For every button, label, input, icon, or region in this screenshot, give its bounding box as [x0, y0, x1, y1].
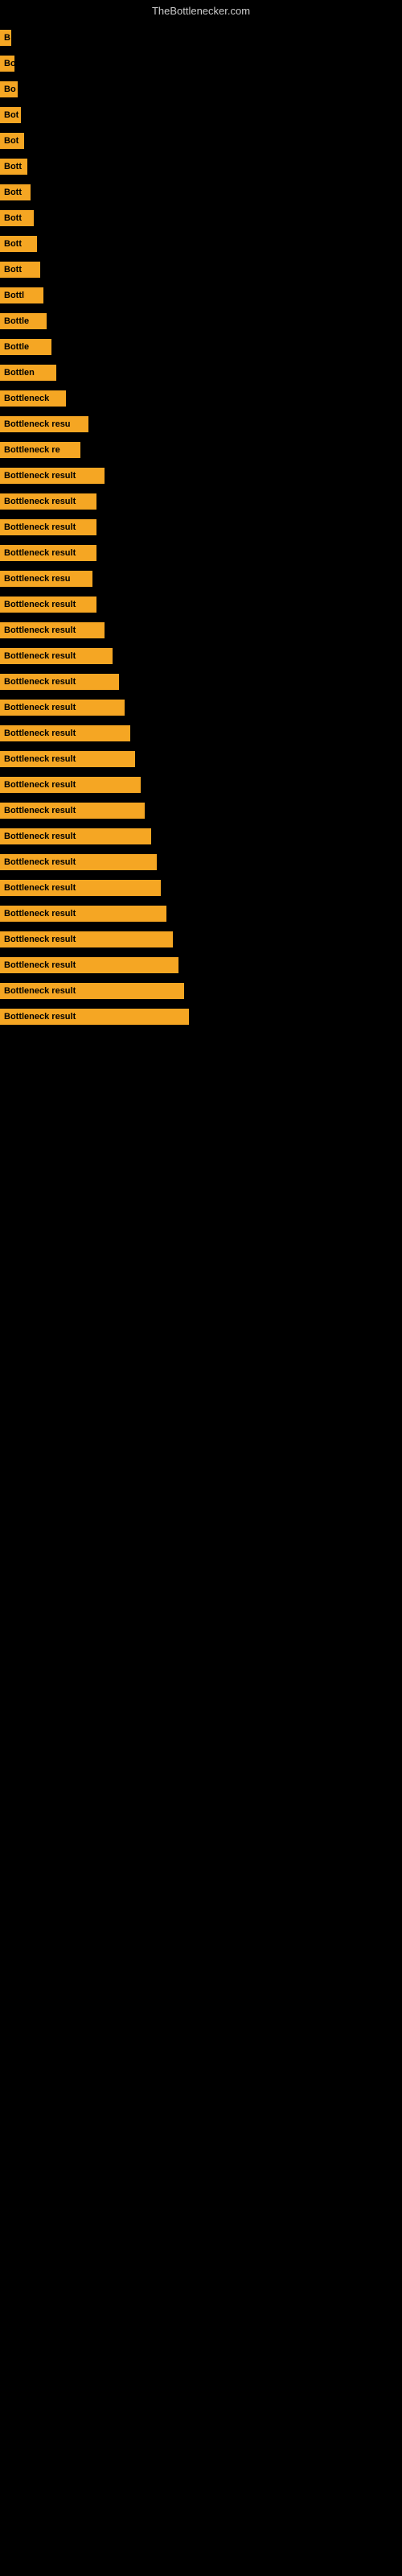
bottleneck-label: Bottleneck result — [0, 622, 105, 638]
bottleneck-label: Bottleneck result — [0, 725, 130, 741]
list-item: Bott — [0, 257, 402, 283]
list-item: Bottleneck result — [0, 695, 402, 720]
bottleneck-label: Bottleneck result — [0, 700, 125, 716]
list-item: Bottleneck result — [0, 849, 402, 875]
list-item: Bott — [0, 231, 402, 257]
bottleneck-label: Bottleneck result — [0, 648, 113, 664]
bottleneck-label: Bottleneck result — [0, 1009, 189, 1025]
list-item: Bottleneck result — [0, 798, 402, 824]
bottleneck-label: Bottleneck resu — [0, 571, 92, 587]
bottleneck-label: Bottleneck result — [0, 674, 119, 690]
bottleneck-label: Bottleneck result — [0, 931, 173, 947]
site-title: TheBottlenecker.com — [0, 0, 402, 25]
list-item: Bottleneck result — [0, 489, 402, 514]
list-item: Bottleneck re — [0, 437, 402, 463]
list-item: Bottleneck result — [0, 463, 402, 489]
bottleneck-label: Bottleneck result — [0, 777, 141, 793]
bottleneck-label: Bott — [0, 210, 34, 226]
list-item: Bottleneck resu — [0, 411, 402, 437]
list-item: Bott — [0, 154, 402, 180]
list-item: Bottleneck result — [0, 824, 402, 849]
list-item: Bot — [0, 102, 402, 128]
bottleneck-label: Bo — [0, 56, 14, 72]
bottleneck-label: Bot — [0, 133, 24, 149]
list-item: Bottleneck result — [0, 901, 402, 927]
bottleneck-label: Bottleneck result — [0, 957, 178, 973]
bottleneck-label: Bott — [0, 184, 31, 200]
bottleneck-label: Bottleneck — [0, 390, 66, 407]
bottleneck-label: Bo — [0, 81, 18, 97]
list-item: Bottleneck result — [0, 592, 402, 617]
list-item: Bottleneck result — [0, 772, 402, 798]
bottleneck-label: Bott — [0, 159, 27, 175]
bottleneck-label: Bottlen — [0, 365, 56, 381]
bottleneck-label: Bot — [0, 107, 21, 123]
bottleneck-label: Bottle — [0, 313, 47, 329]
list-item: Bottleneck result — [0, 927, 402, 952]
list-item: Bottleneck result — [0, 1004, 402, 1030]
bottleneck-label: B — [0, 30, 11, 46]
bottleneck-label: Bott — [0, 236, 37, 252]
list-item: Bot — [0, 128, 402, 154]
bottleneck-label: Bottleneck result — [0, 597, 96, 613]
list-item: Bottleneck result — [0, 720, 402, 746]
list-item: Bottlen — [0, 360, 402, 386]
list-item: Bottleneck result — [0, 669, 402, 695]
list-item: Bottleneck result — [0, 952, 402, 978]
list-item: Bottleneck — [0, 386, 402, 411]
bottleneck-label: Bottleneck result — [0, 751, 135, 767]
bottleneck-label: Bottleneck result — [0, 468, 105, 484]
bottleneck-label: Bottleneck result — [0, 828, 151, 844]
list-item: Bottleneck result — [0, 978, 402, 1004]
bottleneck-label: Bottle — [0, 339, 51, 355]
list-item: Bottleneck result — [0, 643, 402, 669]
bottleneck-label: Bottleneck result — [0, 493, 96, 510]
list-item: Bottleneck resu — [0, 566, 402, 592]
list-item: Bottle — [0, 308, 402, 334]
bottleneck-label: Bottleneck result — [0, 983, 184, 999]
list-item: B — [0, 25, 402, 51]
list-item: Bo — [0, 76, 402, 102]
bottleneck-label: Bottleneck result — [0, 545, 96, 561]
list-item: Bottl — [0, 283, 402, 308]
list-item: Bo — [0, 51, 402, 76]
bottleneck-label: Bottleneck result — [0, 803, 145, 819]
bottleneck-label: Bottleneck result — [0, 519, 96, 535]
list-item: Bottleneck result — [0, 540, 402, 566]
bottleneck-label: Bott — [0, 262, 40, 278]
list-item: Bottleneck result — [0, 875, 402, 901]
list-item: Bottleneck result — [0, 514, 402, 540]
list-item: Bottleneck result — [0, 746, 402, 772]
list-item: Bott — [0, 205, 402, 231]
bottleneck-label: Bottleneck re — [0, 442, 80, 458]
bottleneck-label: Bottleneck result — [0, 880, 161, 896]
list-item: Bottleneck result — [0, 617, 402, 643]
list-item: Bott — [0, 180, 402, 205]
bottleneck-label: Bottl — [0, 287, 43, 303]
bottleneck-label: Bottleneck resu — [0, 416, 88, 432]
bottleneck-label: Bottleneck result — [0, 854, 157, 870]
bottleneck-label: Bottleneck result — [0, 906, 166, 922]
list-item: Bottle — [0, 334, 402, 360]
